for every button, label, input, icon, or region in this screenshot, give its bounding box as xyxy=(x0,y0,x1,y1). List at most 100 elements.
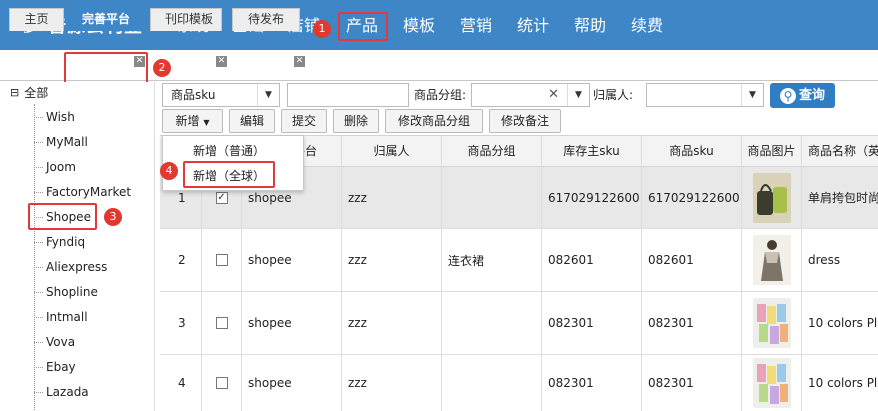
tree-item-intmall[interactable]: Intmall xyxy=(34,307,88,327)
cell-sku: 617029122600 xyxy=(642,167,742,228)
cell-sku: 082301 xyxy=(642,355,742,411)
cell-name: dress xyxy=(808,253,841,267)
menu-item-add-normal[interactable]: 新增（普通） xyxy=(163,140,303,162)
cell-group xyxy=(442,292,542,354)
tab-pending-publish[interactable]: 待发布 xyxy=(232,8,300,31)
chevron-down-icon[interactable]: ▼ xyxy=(741,84,763,106)
checkbox[interactable] xyxy=(215,254,228,266)
cell-name: 10 colors Pla xyxy=(808,316,878,330)
add-button[interactable]: 新增 ▼ xyxy=(162,109,223,133)
search-icon: ⚲ xyxy=(779,87,796,104)
product-thumbnail-colors[interactable] xyxy=(752,298,791,348)
tree-item-vova[interactable]: Vova xyxy=(34,332,75,352)
tab-print-template-label: 刊印模板 xyxy=(164,12,213,26)
chevron-down-icon[interactable]: ▼ xyxy=(257,84,279,106)
cell-owner: zzz xyxy=(342,355,442,411)
cell-image[interactable] xyxy=(742,355,802,411)
row-number: 2 xyxy=(160,229,202,291)
nav-item-renew[interactable]: 续费 xyxy=(630,14,664,38)
cell-image[interactable] xyxy=(742,229,802,291)
nav-item-product[interactable]: 产品 xyxy=(345,14,379,38)
nav-item-help[interactable]: 帮助 xyxy=(573,14,607,38)
group-select[interactable]: ✕ ▼ xyxy=(471,83,590,107)
tree-root-all[interactable]: ⊟ 全部 xyxy=(10,85,48,101)
row-checkbox[interactable] xyxy=(202,229,242,291)
cell-platform: shopee xyxy=(242,292,342,354)
row-number: 4 xyxy=(160,355,202,411)
row-checkbox[interactable] xyxy=(202,292,242,354)
tree-item-fyndiq[interactable]: Fyndiq xyxy=(34,232,85,252)
checkbox[interactable] xyxy=(215,377,228,389)
annotation-badge-4: 4 xyxy=(160,162,178,180)
owner-select[interactable]: ▼ xyxy=(646,83,764,107)
caret-down-icon: ▼ xyxy=(203,118,210,127)
annotation-badge-3: 3 xyxy=(104,208,122,226)
submit-button[interactable]: 提交 xyxy=(281,109,327,133)
column-header-owner[interactable]: 归属人 xyxy=(342,136,442,167)
clear-icon[interactable]: ✕ xyxy=(548,84,559,106)
cell-main-sku: 082301 xyxy=(542,355,642,411)
chevron-down-icon[interactable]: ▼ xyxy=(567,84,589,106)
row-number: 3 xyxy=(160,292,202,354)
close-icon[interactable]: ✕ xyxy=(216,56,227,67)
close-icon[interactable]: ✕ xyxy=(294,56,305,67)
tree-item-aliexpress[interactable]: Aliexpress xyxy=(34,257,107,277)
modify-note-button[interactable]: 修改备注 xyxy=(489,109,561,133)
table-row[interactable]: 4 shopee zzz 082301 082301 10 colors Pla xyxy=(160,355,878,411)
table-row[interactable]: 3 shopee zzz 082301 082301 10 colors Pla xyxy=(160,292,878,355)
tree-item-mymall[interactable]: MyMall xyxy=(34,132,88,152)
tree-item-wish[interactable]: Wish xyxy=(34,107,75,127)
cell-image[interactable] xyxy=(742,292,802,354)
delete-button[interactable]: 删除 xyxy=(333,109,379,133)
cell-sku: 082301 xyxy=(642,292,742,354)
column-header-group[interactable]: 商品分组 xyxy=(442,136,542,167)
tree-item-lazada[interactable]: Lazada xyxy=(34,382,89,402)
cell-name: 10 colors Pla xyxy=(808,376,878,390)
cell-image[interactable] xyxy=(742,167,802,228)
nav-item-marketing[interactable]: 营销 xyxy=(459,14,493,38)
menu-item-add-global[interactable]: 新增（全球） xyxy=(163,165,303,187)
product-thumbnail-bag[interactable] xyxy=(752,172,791,223)
column-header-sku[interactable]: 商品sku xyxy=(642,136,742,167)
cell-main-sku: 082301 xyxy=(542,292,642,354)
collapse-icon[interactable]: ⊟ xyxy=(10,85,19,101)
cell-platform: shopee xyxy=(242,355,342,411)
tree-item-joom[interactable]: Joom xyxy=(34,157,76,177)
add-button-label: 新增 xyxy=(175,114,200,128)
product-thumbnail-colors[interactable] xyxy=(752,358,791,408)
modify-group-button[interactable]: 修改商品分组 xyxy=(385,109,483,133)
tab-home[interactable]: 主页 xyxy=(9,8,64,31)
cell-owner: zzz xyxy=(342,292,442,354)
close-icon[interactable]: ✕ xyxy=(134,56,145,67)
column-header-name[interactable]: 商品名称（英 xyxy=(802,136,878,167)
cell-group xyxy=(442,167,542,228)
cell-name: 单肩挎包时尚 xyxy=(808,191,878,205)
tree-item-factorymarket[interactable]: FactoryMarket xyxy=(34,182,131,202)
sku-search-input[interactable] xyxy=(287,83,409,107)
field-select[interactable]: 商品sku ▼ xyxy=(162,83,280,107)
add-dropdown-menu: 新增（普通） 新增（全球） xyxy=(162,135,304,191)
product-thumbnail-dress[interactable] xyxy=(752,235,791,285)
tab-print-template[interactable]: 刊印模板 xyxy=(150,8,222,31)
tree-item-shopline[interactable]: Shopline xyxy=(34,282,98,302)
search-button[interactable]: ⚲ 查询 xyxy=(770,83,835,108)
checkbox-checked[interactable]: ✓ xyxy=(215,191,228,204)
table-row[interactable]: 2 shopee zzz 连衣裙 082601 082601 dress xyxy=(160,229,878,292)
nav-item-template[interactable]: 模板 xyxy=(402,14,436,38)
edit-button[interactable]: 编辑 xyxy=(229,109,275,133)
cell-main-sku: 617029122600 xyxy=(542,167,642,228)
tab-complete-platform[interactable]: 完善平台 xyxy=(67,8,145,31)
tree-item-ebay[interactable]: Ebay xyxy=(34,357,76,377)
search-button-label: 查询 xyxy=(798,88,825,103)
tab-bar xyxy=(0,50,878,81)
checkbox[interactable] xyxy=(215,317,228,329)
cell-owner: zzz xyxy=(342,167,442,228)
tree-item-shopee[interactable]: Shopee xyxy=(34,207,91,227)
row-checkbox[interactable] xyxy=(202,355,242,411)
column-header-main-sku[interactable]: 库存主sku xyxy=(542,136,642,167)
cell-platform: shopee xyxy=(242,229,342,291)
annotation-badge-2: 2 xyxy=(153,59,171,77)
cell-main-sku: 082601 xyxy=(542,229,642,291)
column-header-image: 商品图片 xyxy=(742,136,802,167)
nav-item-stats[interactable]: 统计 xyxy=(516,14,550,38)
